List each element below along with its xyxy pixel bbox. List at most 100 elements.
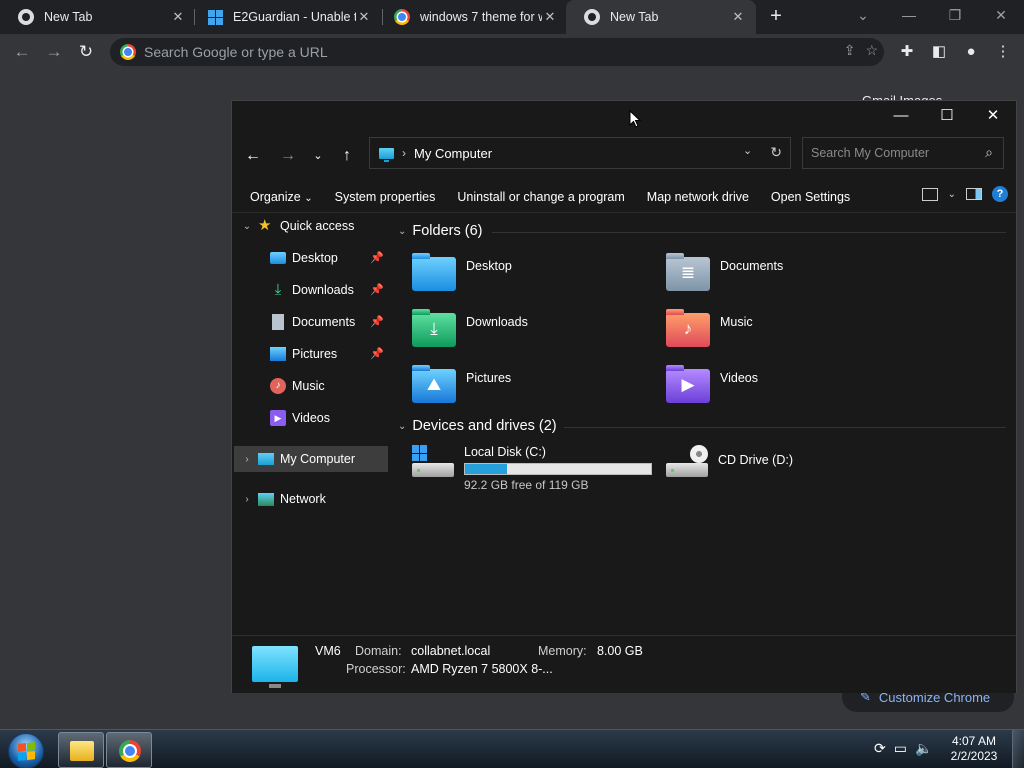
folder-icon [70, 741, 94, 761]
forward-arrow-icon[interactable]: → [42, 40, 66, 64]
nav-item-documents[interactable]: Documents 📌 [270, 309, 388, 335]
search-input[interactable] [811, 146, 971, 160]
nav-network[interactable]: › Network [240, 486, 396, 512]
explorer-search[interactable]: ⌕ [802, 137, 1004, 169]
volume-icon[interactable]: 🔈 [915, 740, 932, 757]
explorer-titlebar[interactable]: — ☐ ✕ [232, 101, 1016, 131]
window-controls: ⌄ — ❐ ✕ [840, 0, 1024, 30]
drives-group-header[interactable]: ⌄ Devices and drives (2) [398, 418, 557, 434]
bookmark-star-icon[interactable]: ☆ [865, 42, 878, 59]
music-folder-icon: ♪ [666, 309, 710, 347]
drive-local-disk-c[interactable]: Local Disk (C:) 92.2 GB free of 119 GB [412, 445, 652, 492]
recent-locations-chevron-icon[interactable]: ⌄ [306, 144, 330, 168]
nav-item-downloads[interactable]: ⤓ Downloads 📌 [270, 277, 388, 303]
network-monitor-icon[interactable]: ▭ [894, 740, 907, 757]
maximize-icon[interactable]: ☐ [924, 101, 970, 131]
close-icon[interactable]: ✕ [978, 0, 1024, 30]
tab-e2guardian[interactable]: E2Guardian - Unable to ✕ [190, 0, 382, 34]
expanded-chevron-icon[interactable]: ⌄ [398, 421, 406, 432]
clock[interactable]: 4:07 AM 2/2/2023 [946, 734, 1002, 764]
minimize-icon[interactable]: — [886, 0, 932, 30]
drive-cd-d[interactable]: CD Drive (D:) [666, 445, 793, 479]
folder-desktop[interactable]: Desktop [412, 253, 512, 291]
change-view-icon[interactable] [921, 187, 938, 201]
address-actions: ⌄ ↻ [743, 144, 782, 161]
nav-label: Music [292, 379, 325, 393]
tab-new-tab-1[interactable]: New Tab ✕ [0, 0, 196, 34]
restore-icon[interactable]: ❐ [932, 0, 978, 30]
breadcrumb-my-computer[interactable]: My Computer [414, 146, 492, 161]
minimize-icon[interactable]: — [878, 101, 924, 131]
nav-item-pictures[interactable]: Pictures 📌 [270, 341, 388, 367]
folder-videos[interactable]: ▶ Videos [666, 365, 758, 403]
reload-icon[interactable]: ↻ [74, 40, 98, 64]
folder-documents[interactable]: ≣ Documents [666, 253, 784, 291]
collapsed-chevron-icon[interactable]: › [240, 454, 254, 465]
show-desktop-button[interactable] [1012, 730, 1024, 768]
extensions-puzzle-icon[interactable]: ✚ [896, 40, 918, 64]
nav-item-music[interactable]: ♪ Music [270, 373, 388, 399]
taskbar-chrome[interactable] [106, 732, 152, 768]
breadcrumb-chevron-icon[interactable]: › [402, 146, 406, 160]
view-options-chevron-icon[interactable]: ⌄ [948, 189, 956, 200]
new-tab-button[interactable]: + [765, 6, 787, 27]
uninstall-program-button[interactable]: Uninstall or change a program [446, 190, 635, 204]
organize-button[interactable]: Organize ⌄ [239, 190, 324, 204]
close-icon[interactable]: ✕ [970, 101, 1016, 131]
nav-label: My Computer [280, 452, 356, 466]
folder-pictures[interactable]: ⛰ Pictures [412, 365, 512, 403]
nav-quick-access[interactable]: ⌄ ★ Quick access [240, 213, 396, 239]
close-icon[interactable]: ✕ [356, 9, 372, 25]
preview-pane-icon[interactable] [966, 188, 982, 200]
search-icon[interactable]: ⌕ [985, 144, 993, 161]
folders-group-header[interactable]: ⌄ Folders (6) [398, 223, 483, 239]
address-bar[interactable]: › My Computer ⌄ ↻ [369, 137, 791, 169]
pin-icon[interactable]: 📌 [370, 283, 384, 296]
back-arrow-icon[interactable]: ← [241, 144, 265, 168]
tab-windows7-theme[interactable]: windows 7 theme for w ✕ [376, 0, 568, 34]
folder-music[interactable]: ♪ Music [666, 309, 753, 347]
collapsed-chevron-icon[interactable]: › [240, 494, 254, 505]
nav-my-computer[interactable]: › My Computer [234, 446, 388, 472]
open-settings-button[interactable]: Open Settings [760, 190, 861, 204]
omnibox[interactable]: ⇪ ☆ [110, 38, 884, 66]
pin-icon[interactable]: 📌 [370, 347, 384, 360]
close-icon[interactable]: ✕ [170, 9, 186, 25]
nav-label: Downloads [292, 283, 354, 297]
expanded-chevron-icon[interactable]: ⌄ [398, 226, 406, 237]
omnibox-input[interactable] [144, 44, 784, 60]
start-button[interactable] [8, 733, 44, 768]
music-note-icon: ♪ [270, 378, 286, 394]
cd-drive-icon [666, 445, 710, 479]
address-dropdown-chevron-icon[interactable]: ⌄ [743, 144, 752, 161]
up-arrow-icon[interactable]: ↑ [335, 144, 359, 168]
group-title: Folders (6) [412, 223, 483, 239]
nav-item-videos[interactable]: ▶ Videos [270, 405, 388, 431]
refresh-icon[interactable]: ↻ [770, 144, 782, 161]
share-icon[interactable]: ⇪ [844, 42, 856, 59]
menu-dots-icon[interactable]: ⋮ [992, 40, 1014, 64]
folder-downloads[interactable]: ⤓ Downloads [412, 309, 528, 347]
folder-label: Documents [720, 259, 784, 273]
processor-key: Processor: [346, 662, 406, 676]
tab-search-icon[interactable]: ⌄ [840, 0, 886, 30]
memory-key: Memory: [538, 644, 587, 658]
pin-icon[interactable]: 📌 [370, 315, 384, 328]
command-bar: Organize ⌄ System properties Uninstall o… [232, 181, 1016, 213]
folder-label: Pictures [466, 371, 512, 385]
close-icon[interactable]: ✕ [730, 9, 746, 25]
side-panel-icon[interactable]: ◧ [928, 40, 950, 64]
forward-arrow-icon[interactable]: → [276, 144, 300, 168]
close-icon[interactable]: ✕ [542, 9, 558, 25]
pin-icon[interactable]: 📌 [370, 251, 384, 264]
nav-item-desktop[interactable]: Desktop 📌 [270, 245, 388, 271]
sync-icon[interactable]: ⟳ [874, 740, 886, 757]
system-properties-button[interactable]: System properties [324, 190, 447, 204]
map-network-drive-button[interactable]: Map network drive [636, 190, 760, 204]
tab-new-tab-active[interactable]: New Tab ✕ [566, 0, 756, 34]
back-arrow-icon[interactable]: ← [10, 40, 34, 64]
help-icon[interactable]: ? [992, 186, 1008, 202]
profile-icon[interactable]: ● [960, 40, 982, 64]
expanded-chevron-icon[interactable]: ⌄ [240, 221, 254, 232]
taskbar-file-explorer[interactable] [58, 732, 104, 768]
